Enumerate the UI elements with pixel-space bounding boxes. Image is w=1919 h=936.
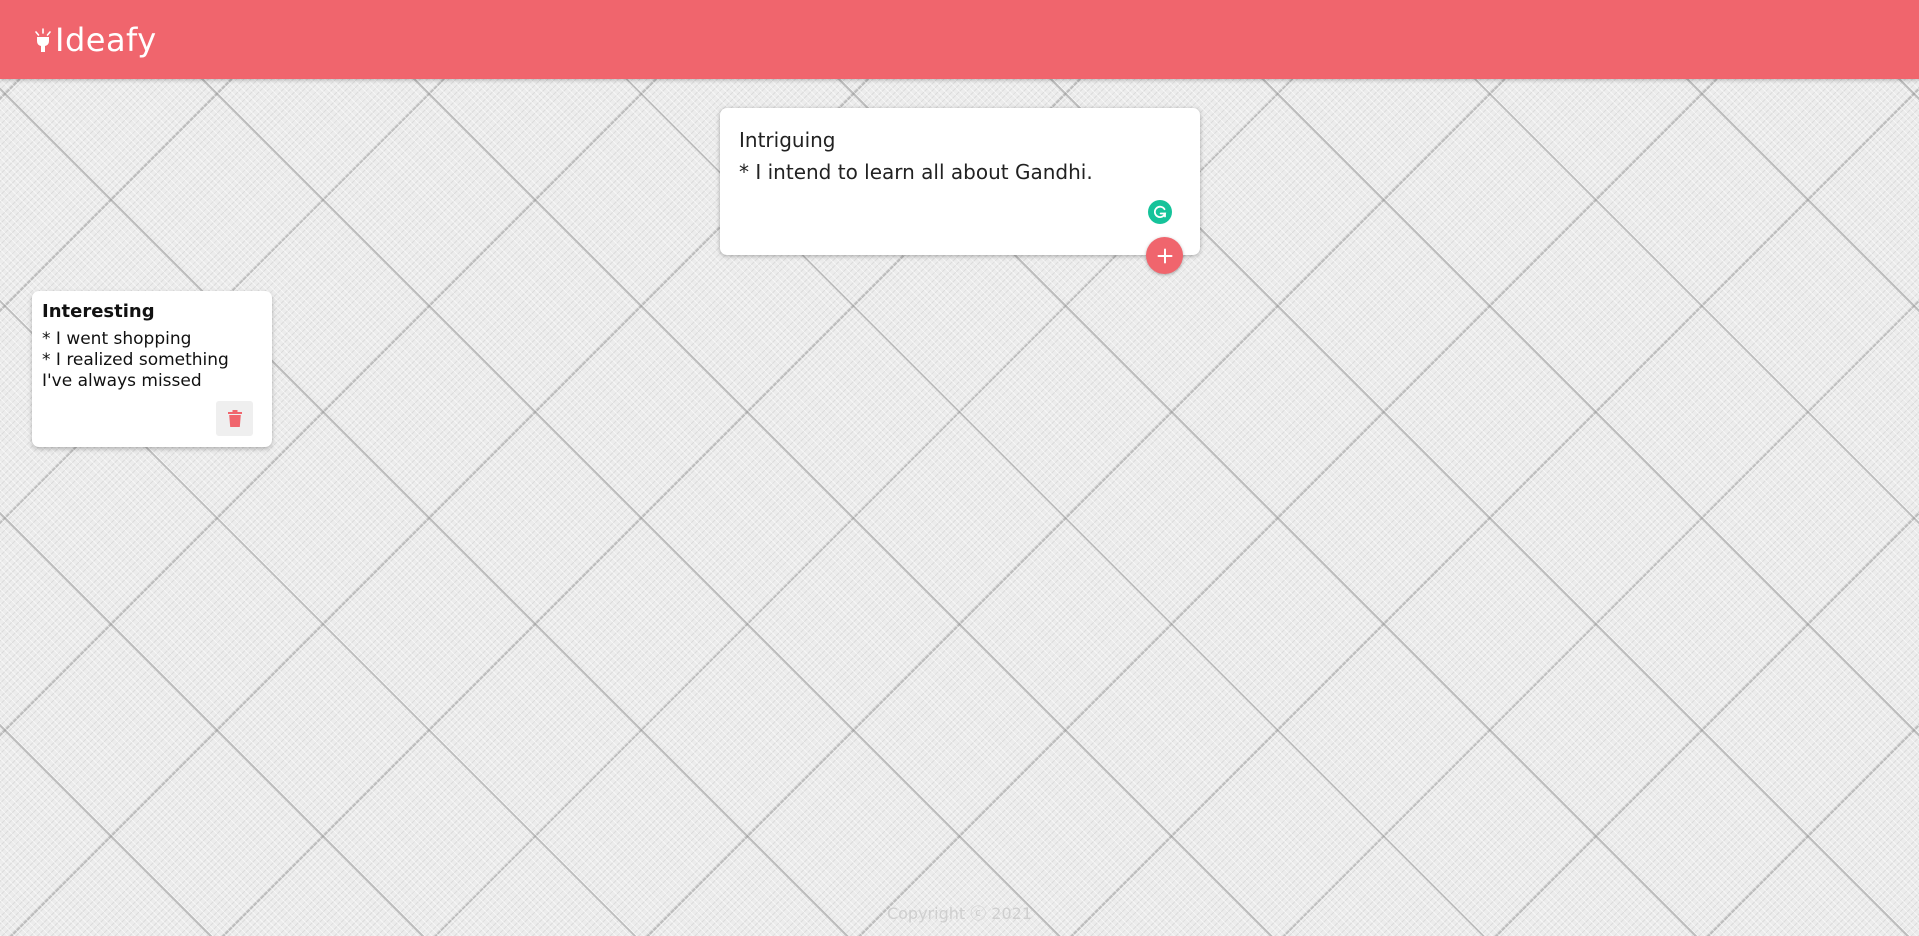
trash-icon xyxy=(227,410,242,427)
lightbulb-icon xyxy=(35,27,51,52)
app-name: Ideafy xyxy=(55,20,157,59)
note-title: Interesting xyxy=(42,301,155,322)
note-content-textarea[interactable]: * I intend to learn all about Gandhi. xyxy=(739,160,1159,184)
note-card: Interesting * I went shopping * I realiz… xyxy=(32,291,272,447)
app-header: Ideafy xyxy=(0,0,1919,79)
footer: Copyright ⓒ 2021 xyxy=(0,900,1919,924)
delete-note-button[interactable] xyxy=(216,401,253,436)
create-note-form: * I intend to learn all about Gandhi. xyxy=(720,108,1200,255)
app-logo: Ideafy xyxy=(34,21,157,59)
grammarly-icon[interactable] xyxy=(1148,200,1172,224)
copyright-text: Copyright ⓒ 2021 xyxy=(886,904,1033,923)
note-title-input[interactable] xyxy=(739,128,1159,152)
note-content: * I went shopping * I realized something… xyxy=(42,329,229,391)
add-note-button[interactable] xyxy=(1146,237,1183,274)
plus-icon xyxy=(1157,248,1172,263)
